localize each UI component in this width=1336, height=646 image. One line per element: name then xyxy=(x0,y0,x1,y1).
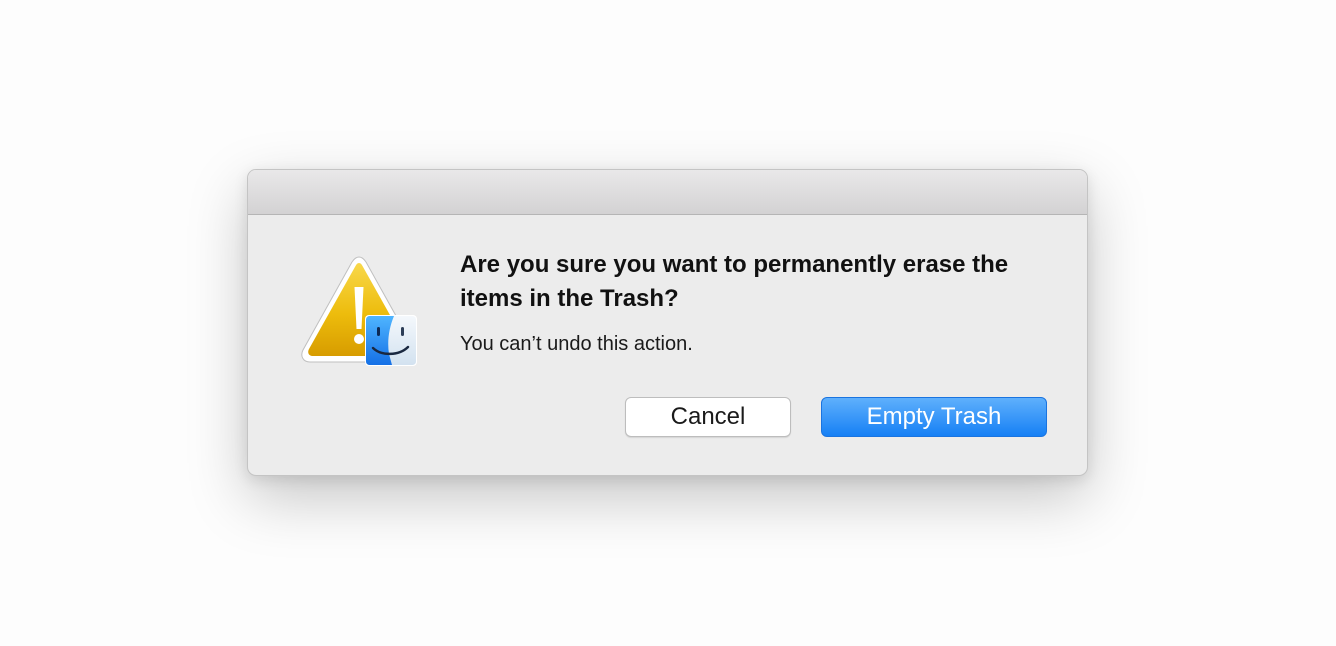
alert-icon-group xyxy=(300,255,422,371)
warning-triangle-icon xyxy=(301,256,417,366)
empty-trash-dialog: Are you sure you want to permanently era… xyxy=(247,169,1088,476)
empty-trash-button[interactable]: Empty Trash xyxy=(821,397,1047,437)
dialog-message: You can’t undo this action. xyxy=(460,333,693,355)
dialog-titlebar xyxy=(248,170,1087,215)
cancel-button[interactable]: Cancel xyxy=(625,397,791,437)
dialog-heading: Are you sure you want to permanently era… xyxy=(460,251,1009,312)
finder-icon xyxy=(365,315,417,366)
